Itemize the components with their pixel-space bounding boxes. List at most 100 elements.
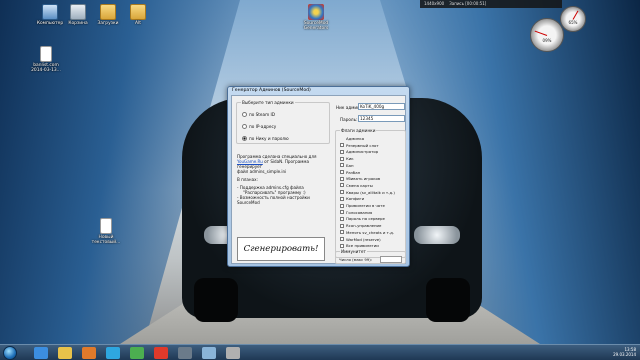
checkbox[interactable] bbox=[340, 170, 344, 174]
flag-checkbox-row[interactable]: Квары (sv_allltalk и т.д.) bbox=[340, 190, 395, 195]
radio-nick-password[interactable]: по Нику и паролю bbox=[242, 136, 289, 141]
flag-checkbox-row[interactable]: WarMod (reserve) bbox=[340, 237, 381, 242]
chrome-icon[interactable] bbox=[130, 347, 144, 359]
flag-label: WarMod (reserve) bbox=[346, 236, 381, 242]
desktop-icon-sourcemod[interactable]: SourceMod Generators bbox=[300, 4, 332, 31]
admin-type-group: Выберите тип админки по Steam ID по IP-а… bbox=[236, 100, 330, 144]
checkbox[interactable] bbox=[340, 176, 344, 181]
flag-checkbox-row[interactable]: Администратор bbox=[340, 149, 378, 154]
flags-group: Флаги админки Админка Резервный слот Админ… bbox=[335, 128, 406, 258]
start-button[interactable] bbox=[3, 346, 17, 360]
sourcemod-icon bbox=[308, 4, 324, 20]
gauge-needle bbox=[534, 30, 548, 36]
flag-label: Убивать игроков bbox=[346, 176, 381, 182]
window-body: Выберите тип админки по Steam ID по IP-а… bbox=[231, 95, 406, 264]
flag-label: Привилегии в чате bbox=[346, 203, 385, 208]
checkbox[interactable] bbox=[340, 190, 344, 195]
flag-label: Администратор bbox=[346, 149, 379, 155]
flag-checkbox-row[interactable]: Все привилегии bbox=[340, 243, 379, 248]
app-icon[interactable] bbox=[226, 347, 240, 359]
flag-checkbox-row[interactable]: Смена карты bbox=[340, 183, 373, 188]
checkbox[interactable] bbox=[340, 230, 344, 235]
checkbox[interactable] bbox=[340, 156, 344, 161]
window-title: Генератор Админов (SourceMod) bbox=[232, 88, 311, 93]
car-wheel bbox=[194, 278, 238, 322]
flag-checkbox-row[interactable]: Голосования bbox=[340, 210, 372, 215]
password-field[interactable]: 12345 bbox=[358, 115, 405, 122]
desktop-icon-banlist[interactable]: banlist.com 2014-03-13... bbox=[30, 46, 62, 73]
immunity-field[interactable] bbox=[380, 256, 402, 263]
flag-checkbox-row[interactable]: Менять sv_cheats и т.д. bbox=[340, 230, 394, 235]
immunity-label: Число (макс 99): bbox=[339, 257, 372, 262]
app-icon[interactable] bbox=[202, 347, 216, 359]
program-info: Программа сделана специально для YouGame… bbox=[237, 154, 317, 205]
checkbox[interactable] bbox=[340, 163, 344, 168]
flag-label: Кик bbox=[346, 156, 354, 162]
generate-button[interactable]: Сгенерировать! bbox=[237, 237, 325, 261]
radio-button[interactable] bbox=[242, 112, 247, 117]
skype-icon[interactable] bbox=[106, 347, 120, 359]
flag-label: Rcon-управление bbox=[346, 223, 382, 229]
checkbox[interactable] bbox=[340, 143, 344, 148]
checkbox[interactable] bbox=[340, 243, 344, 248]
desktop-icon-downloads[interactable]: Загрузки bbox=[92, 4, 124, 26]
flag-checkbox-row[interactable]: Убивать игроков bbox=[340, 176, 380, 181]
gauge-needle bbox=[572, 10, 579, 20]
desktop-icon-text-file[interactable]: Новый текстовый... bbox=[90, 218, 122, 245]
checkbox[interactable] bbox=[340, 216, 344, 221]
media-icon[interactable] bbox=[82, 347, 96, 359]
steam-icon[interactable] bbox=[178, 347, 192, 359]
yandex-icon[interactable] bbox=[154, 347, 168, 359]
flag-label: Конфиги bbox=[346, 196, 365, 202]
radio-button[interactable] bbox=[242, 124, 247, 129]
flag-checkbox-row[interactable]: Привилегии в чате bbox=[340, 203, 385, 208]
flag-label: Резервный слот bbox=[346, 142, 379, 148]
checkbox[interactable] bbox=[340, 223, 344, 228]
flag-checkbox-row[interactable]: Резервный слот bbox=[340, 143, 379, 148]
admin-generator-window: Генератор Админов (SourceMod) Выберите т… bbox=[227, 86, 410, 267]
taskbar: 13:58 29.03.2014 bbox=[0, 344, 640, 360]
desktop-icon-alt[interactable]: Alt bbox=[122, 4, 154, 26]
checkbox[interactable] bbox=[340, 237, 344, 241]
checkbox[interactable] bbox=[340, 149, 344, 154]
desktop-icon-recycle-bin[interactable]: Корзина bbox=[62, 4, 94, 26]
flag-checkbox-row[interactable]: Rcon-управление bbox=[340, 223, 381, 228]
flag-label: Голосования bbox=[346, 209, 373, 215]
radio-steam-id[interactable]: по Steam ID bbox=[242, 112, 275, 117]
flag-checkbox-row[interactable]: Разбан bbox=[340, 170, 360, 175]
password-label: Пароль: bbox=[340, 117, 358, 122]
ie-icon[interactable] bbox=[34, 347, 48, 359]
record-status: Запись [00:00:51] bbox=[449, 1, 487, 6]
immunity-legend: Иммунитет bbox=[340, 249, 367, 254]
flag-checkbox-row[interactable]: Кик bbox=[340, 156, 354, 161]
flag-checkbox-row[interactable]: Пароль на сервере bbox=[340, 216, 385, 221]
flag-label: Бан bbox=[346, 162, 354, 168]
car-headlight bbox=[414, 226, 460, 244]
checkbox[interactable] bbox=[340, 183, 344, 188]
flag-label: Разбан bbox=[346, 169, 361, 175]
resolution-readout: 1440x900 bbox=[424, 1, 445, 6]
file-icon bbox=[40, 46, 52, 62]
folder-icon bbox=[130, 4, 146, 20]
system-tray-clock[interactable]: 13:58 29.03.2014 bbox=[613, 347, 636, 357]
flag-checkbox-row[interactable]: Админка bbox=[340, 136, 364, 141]
flag-checkbox-row[interactable]: Бан bbox=[340, 163, 354, 168]
text-file-icon bbox=[100, 218, 112, 234]
checkbox[interactable] bbox=[340, 210, 344, 215]
nick-field[interactable]: KoTiK_400g bbox=[358, 103, 405, 110]
immunity-group: Иммунитет Число (макс 99): bbox=[335, 249, 406, 264]
flag-label: Смена карты bbox=[346, 182, 373, 188]
desktop: Компьютер Корзина Загрузки Alt SourceMod… bbox=[0, 0, 640, 344]
radio-button-selected[interactable] bbox=[242, 136, 247, 141]
checkbox[interactable] bbox=[340, 203, 344, 208]
flag-checkbox-row[interactable]: Конфиги bbox=[340, 196, 364, 201]
admin-type-legend: Выберите тип админки bbox=[241, 100, 295, 105]
checkbox[interactable] bbox=[340, 196, 344, 201]
clock-date: 29.03.2014 bbox=[613, 352, 636, 357]
radio-ip[interactable]: по IP-адресу bbox=[242, 124, 276, 129]
recorder-gadget-bar[interactable]: 1440x900 Запись [00:00:51] bbox=[420, 0, 562, 8]
explorer-icon[interactable] bbox=[58, 347, 72, 359]
computer-icon bbox=[42, 4, 58, 20]
flags-legend: Флаги админки bbox=[340, 128, 377, 133]
flag-label: Пароль на сервере bbox=[346, 216, 385, 222]
